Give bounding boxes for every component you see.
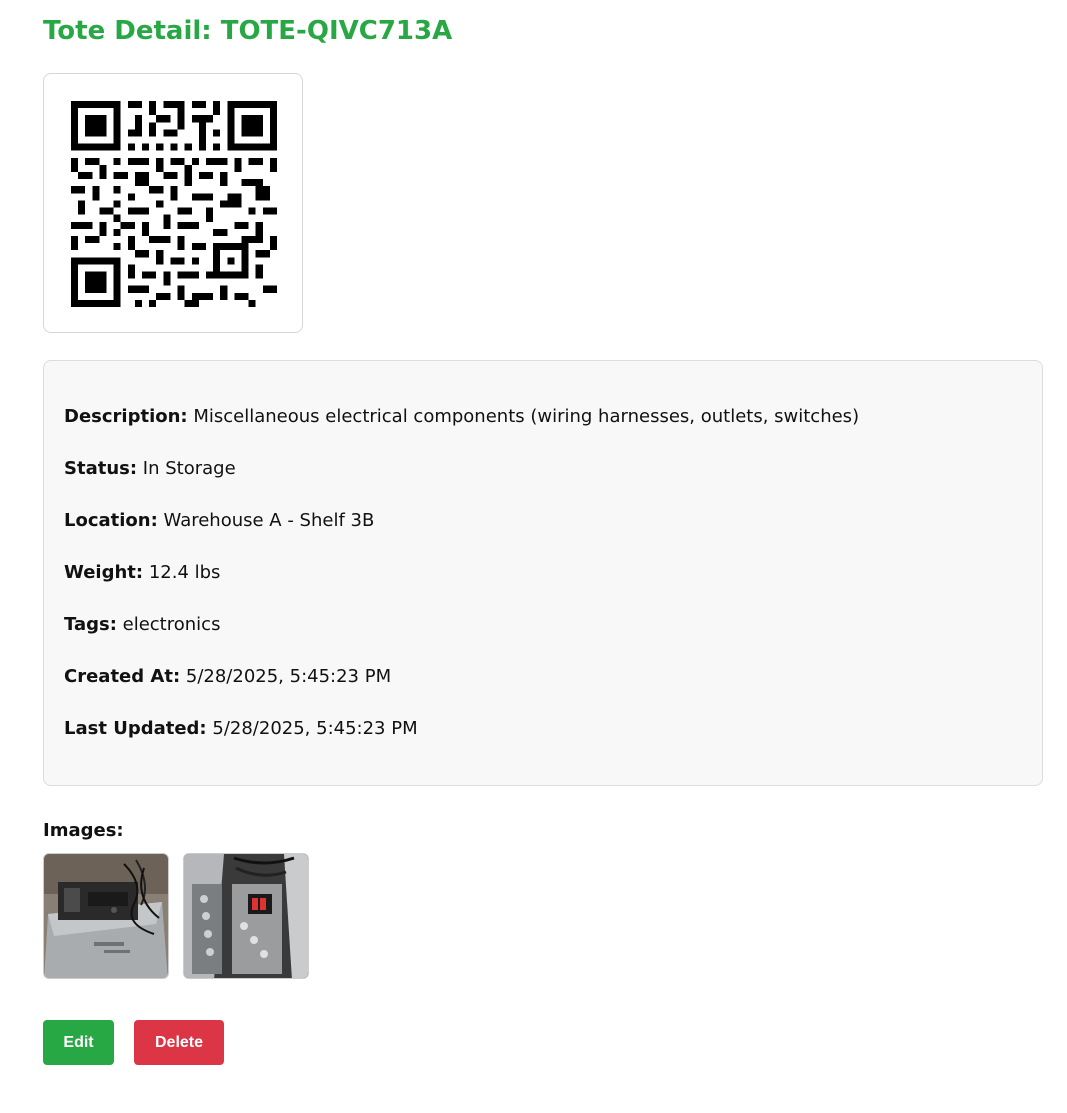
- tote-photo-image: [184, 854, 308, 978]
- last-updated-row: Last Updated: 5/28/2025, 5:45:23 PM: [64, 717, 1022, 741]
- location-label: Location:: [64, 510, 158, 531]
- status-row: Status: In Storage: [64, 457, 1022, 481]
- tags-label: Tags:: [64, 614, 117, 635]
- tote-image-thumbnail[interactable]: [43, 853, 169, 979]
- weight-value: 12.4 lbs: [148, 562, 221, 583]
- created-at-value: 5/28/2025, 5:45:23 PM: [185, 666, 392, 687]
- action-buttons: Edit Delete: [43, 1020, 224, 1065]
- location-value: Warehouse A - Shelf 3B: [163, 510, 375, 531]
- tags-row: Tags: electronics: [64, 613, 1022, 637]
- description-value: Miscellaneous electrical components (wir…: [193, 406, 860, 427]
- created-at-row: Created At: 5/28/2025, 5:45:23 PM: [64, 665, 1022, 689]
- description-row: Description: Miscellaneous electrical co…: [64, 405, 1022, 429]
- location-row: Location: Warehouse A - Shelf 3B: [64, 509, 1022, 533]
- created-at-label: Created At:: [64, 666, 181, 687]
- edit-button[interactable]: Edit: [43, 1020, 114, 1065]
- qr-code-card: [43, 73, 303, 333]
- tags-value: electronics: [122, 614, 221, 635]
- page-title: Tote Detail: TOTE-QIVC713A: [43, 16, 453, 46]
- last-updated-value: 5/28/2025, 5:45:23 PM: [212, 718, 418, 739]
- qr-code-icon: [71, 101, 277, 307]
- tote-info-card: Description: Miscellaneous electrical co…: [43, 360, 1043, 786]
- description-label: Description:: [64, 406, 188, 427]
- image-gallery: [43, 853, 309, 979]
- status-value: In Storage: [142, 458, 236, 479]
- last-updated-label: Last Updated:: [64, 718, 207, 739]
- tote-image-thumbnail[interactable]: [183, 853, 309, 979]
- weight-label: Weight:: [64, 562, 144, 583]
- status-label: Status:: [64, 458, 138, 479]
- images-label: Images:: [43, 820, 124, 841]
- weight-row: Weight: 12.4 lbs: [64, 561, 1022, 585]
- tote-photo-image: [44, 854, 168, 978]
- delete-button[interactable]: Delete: [134, 1020, 224, 1065]
